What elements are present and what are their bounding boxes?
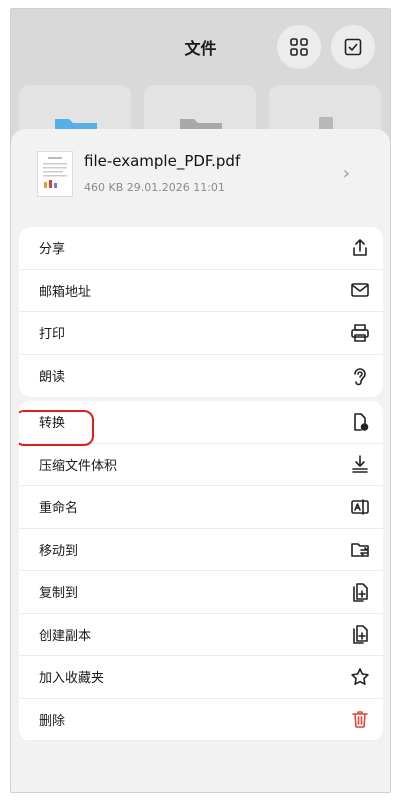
rename-row[interactable]: 重命名 <box>19 486 383 529</box>
checkbox-icon <box>344 38 362 56</box>
share-label: 分享 <box>39 242 66 258</box>
convert-label: 转换 <box>39 416 66 432</box>
print-row[interactable]: 打印 <box>19 312 383 355</box>
copy-icon <box>349 581 371 603</box>
file-name: file-example_PDF.pdf <box>84 152 241 170</box>
move-row[interactable]: 移动到 <box>19 529 383 571</box>
favorite-row[interactable]: 加入收藏夹 <box>19 656 383 699</box>
convert-file-icon <box>349 411 371 433</box>
move-folder-icon <box>349 538 371 560</box>
star-icon <box>349 666 371 688</box>
action-sheet: file-example_PDF.pdf 460 KB 29.01.2026 1… <box>11 129 390 792</box>
read-aloud-label: 朗读 <box>39 370 66 386</box>
email-row[interactable]: 邮箱地址 <box>19 270 383 312</box>
share-icon <box>349 237 371 259</box>
pdf-thumbnail <box>37 151 73 197</box>
trash-icon <box>349 708 371 730</box>
document-preview-icon <box>43 157 67 188</box>
duplicate-icon <box>349 623 371 645</box>
ear-icon <box>349 365 371 387</box>
phone-screen: 文件 file-example_PDF.pdf 460 KB 29.01.202… <box>10 8 391 793</box>
mail-icon <box>349 279 371 301</box>
select-button[interactable] <box>331 25 375 69</box>
favorite-label: 加入收藏夹 <box>39 671 105 687</box>
copy-to-row[interactable]: 复制到 <box>19 571 383 614</box>
chevron-right-icon: › <box>342 163 350 184</box>
duplicate-row[interactable]: 创建副本 <box>19 614 383 656</box>
delete-label: 删除 <box>39 713 66 729</box>
rename-icon <box>349 496 371 518</box>
print-label: 打印 <box>39 327 66 343</box>
file-meta: 460 KB 29.01.2026 11:01 <box>84 181 225 194</box>
delete-row[interactable]: 删除 <box>19 699 383 741</box>
compress-label: 压缩文件体积 <box>39 458 118 474</box>
copy-to-label: 复制到 <box>39 586 79 602</box>
grid-icon <box>290 38 308 56</box>
convert-row[interactable]: 转换 <box>19 401 383 444</box>
rename-label: 重命名 <box>39 501 79 517</box>
duplicate-label: 创建副本 <box>39 628 92 644</box>
compress-row[interactable]: 压缩文件体积 <box>19 444 383 486</box>
email-label: 邮箱地址 <box>39 284 92 300</box>
compress-icon <box>349 453 371 475</box>
read-aloud-row[interactable]: 朗读 <box>19 355 383 398</box>
file-info-header[interactable]: file-example_PDF.pdf 460 KB 29.01.2026 1… <box>11 129 390 219</box>
actions-group-2: 转换 压缩文件体积 重命名 移动到 复制到 创建副本 加入收藏夹 删除 <box>19 401 383 741</box>
move-label: 移动到 <box>39 543 79 559</box>
share-row[interactable]: 分享 <box>19 227 383 270</box>
actions-group-1: 分享 邮箱地址 打印 朗读 <box>19 227 383 397</box>
printer-icon <box>349 322 371 344</box>
top-bar: 文件 <box>11 9 390 79</box>
grid-view-button[interactable] <box>277 25 321 69</box>
